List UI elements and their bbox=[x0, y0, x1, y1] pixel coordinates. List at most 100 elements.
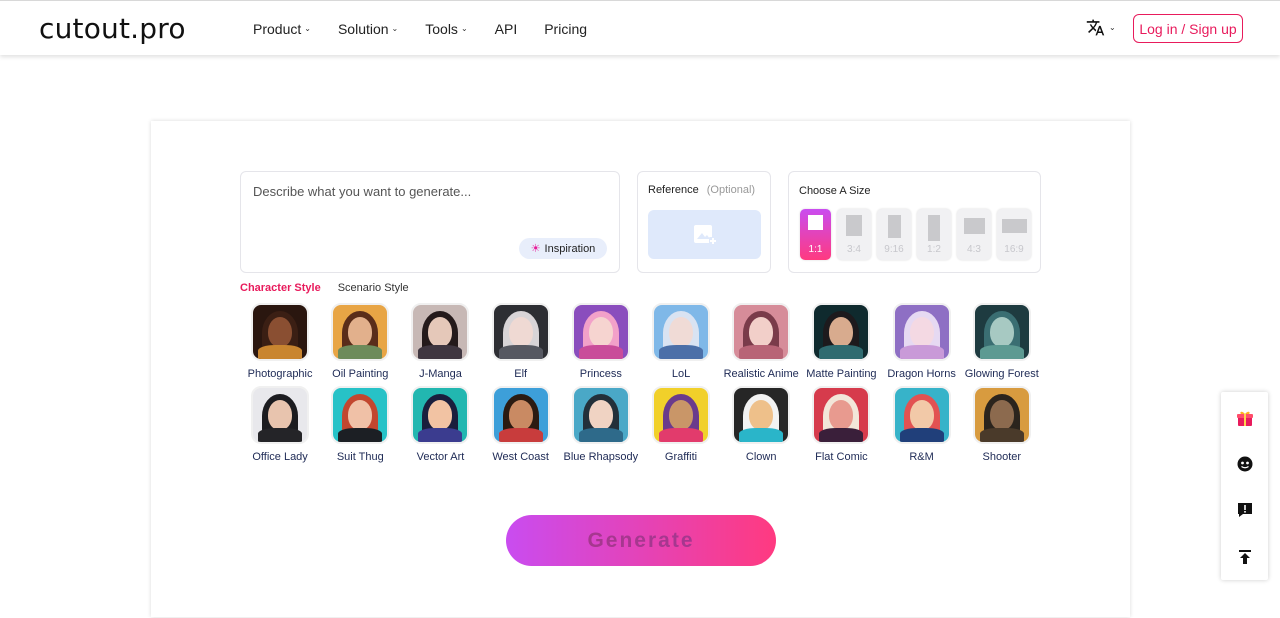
style-name: Clown bbox=[745, 451, 777, 463]
style-thumbnail bbox=[892, 303, 951, 361]
style-item-vector-art[interactable]: Vector Art bbox=[400, 386, 480, 463]
lightbulb-icon: ☀ bbox=[530, 243, 541, 255]
style-thumbnail bbox=[652, 386, 711, 444]
tab-scenario-style[interactable]: Scenario Style bbox=[338, 282, 409, 294]
site-logo[interactable]: cutout.pro bbox=[39, 12, 186, 45]
nav-solution[interactable]: Solution ⌄ bbox=[338, 21, 398, 37]
style-item-princess[interactable]: Princess bbox=[561, 303, 641, 380]
style-row-1: Photographic Oil Painting J-Manga Elf Prince… bbox=[240, 303, 1060, 380]
style-tabs: Character Style Scenario Style bbox=[240, 282, 409, 294]
style-name: Office Lady bbox=[252, 451, 308, 463]
chevron-down-icon: ⌄ bbox=[460, 24, 468, 33]
size-container: Choose A Size 1:1 3:4 9:16 1:2 4:3 16:9 bbox=[788, 171, 1041, 273]
style-thumbnail bbox=[652, 303, 711, 361]
translate-icon bbox=[1086, 19, 1105, 36]
style-item-blue-rhapsody[interactable]: Blue Rhapsody bbox=[561, 386, 641, 463]
size-option-1-1[interactable]: 1:1 bbox=[800, 209, 831, 260]
gift-icon[interactable] bbox=[1221, 394, 1268, 441]
size-option-label: 1:1 bbox=[808, 244, 823, 255]
inspiration-button[interactable]: ☀ Inspiration bbox=[519, 238, 607, 259]
size-title: Choose A Size bbox=[799, 185, 871, 197]
style-name: Elf bbox=[514, 368, 528, 380]
reference-container: Reference (Optional) bbox=[637, 171, 771, 273]
style-name: Princess bbox=[579, 368, 622, 380]
style-item-j-manga[interactable]: J-Manga bbox=[400, 303, 480, 380]
size-option-4-3[interactable]: 4:3 bbox=[957, 209, 991, 260]
main-nav: Product ⌄ Solution ⌄ Tools ⌄ API Pricing bbox=[253, 1, 614, 56]
reference-title: Reference (Optional) bbox=[648, 184, 755, 196]
add-image-icon bbox=[693, 224, 717, 245]
style-thumbnail bbox=[411, 303, 470, 361]
nav-label: Pricing bbox=[544, 20, 588, 37]
size-option-9-16[interactable]: 9:16 bbox=[877, 209, 911, 260]
style-thumbnail bbox=[732, 303, 791, 361]
login-signup-button[interactable]: Log in / Sign up bbox=[1133, 14, 1243, 43]
feedback-face-icon[interactable] bbox=[1221, 440, 1268, 487]
tab-character-style[interactable]: Character Style bbox=[240, 282, 321, 294]
ratio-shape-9-16 bbox=[887, 215, 901, 238]
chevron-down-icon: ⌄ bbox=[1109, 23, 1116, 32]
ratio-shape-1-1 bbox=[808, 215, 823, 230]
style-item-west-coast[interactable]: West Coast bbox=[481, 386, 561, 463]
style-name: J-Manga bbox=[419, 368, 462, 380]
size-option-label: 4:3 bbox=[967, 244, 981, 255]
style-item-dragon-horns[interactable]: Dragon Horns bbox=[882, 303, 962, 380]
style-name: Dragon Horns bbox=[887, 368, 956, 380]
style-item-office-lady[interactable]: Office Lady bbox=[240, 386, 320, 463]
style-item-photographic[interactable]: Photographic bbox=[240, 303, 320, 380]
style-name: Realistic Anime bbox=[723, 368, 799, 380]
size-option-3-4[interactable]: 3:4 bbox=[837, 209, 871, 260]
chevron-down-icon: ⌄ bbox=[391, 24, 399, 33]
style-item-elf[interactable]: Elf bbox=[481, 303, 561, 380]
style-name: West Coast bbox=[492, 451, 549, 463]
style-item-glowing-forest[interactable]: Glowing Forest bbox=[962, 303, 1042, 380]
nav-pricing[interactable]: Pricing bbox=[544, 21, 587, 37]
style-name: Suit Thug bbox=[336, 451, 384, 463]
ratio-shape-4-3 bbox=[963, 218, 985, 234]
style-item-clown[interactable]: Clown bbox=[721, 386, 801, 463]
inspiration-label: Inspiration bbox=[544, 242, 596, 255]
style-item-matte-painting[interactable]: Matte Painting bbox=[801, 303, 881, 380]
style-name: Shooter bbox=[982, 451, 1022, 463]
style-thumbnail bbox=[571, 303, 630, 361]
size-option-label: 1:2 bbox=[927, 244, 941, 255]
style-name: Glowing Forest bbox=[964, 368, 1039, 380]
style-item-graffiti[interactable]: Graffiti bbox=[641, 386, 721, 463]
size-options: 1:1 3:4 9:16 1:2 4:3 16:9 bbox=[800, 209, 1031, 260]
style-item-shooter[interactable]: Shooter bbox=[962, 386, 1042, 463]
style-thumbnail bbox=[972, 386, 1031, 444]
style-item-flat-comic[interactable]: Flat Comic bbox=[801, 386, 881, 463]
ratio-shape-3-4 bbox=[846, 215, 862, 236]
chevron-down-icon: ⌄ bbox=[304, 24, 311, 33]
style-name: LoL bbox=[671, 368, 691, 380]
size-option-label: 3:4 bbox=[847, 244, 861, 255]
size-option-16-9[interactable]: 16:9 bbox=[997, 209, 1031, 260]
style-name: Oil Painting bbox=[332, 368, 389, 380]
size-option-1-2[interactable]: 1:2 bbox=[917, 209, 951, 260]
reference-upload-area[interactable] bbox=[648, 210, 761, 259]
report-icon[interactable] bbox=[1221, 486, 1268, 533]
style-thumbnail bbox=[251, 386, 310, 444]
nav-api[interactable]: API bbox=[495, 21, 518, 37]
style-thumbnail bbox=[251, 303, 310, 361]
nav-label: Tools bbox=[425, 20, 458, 37]
style-name: Graffiti bbox=[664, 451, 698, 463]
nav-label: API bbox=[494, 20, 518, 37]
style-thumbnail bbox=[571, 386, 630, 444]
style-name: R&M bbox=[909, 451, 934, 463]
nav-product[interactable]: Product ⌄ bbox=[253, 21, 311, 37]
top-header: cutout.pro Product ⌄ Solution ⌄ Tools ⌄ API… bbox=[0, 0, 1280, 55]
language-selector[interactable]: ⌄ bbox=[1086, 18, 1116, 37]
back-to-top-icon[interactable] bbox=[1221, 533, 1268, 580]
style-item-suit-thug[interactable]: Suit Thug bbox=[320, 386, 400, 463]
generate-button[interactable]: Generate bbox=[506, 515, 776, 566]
reference-label: Reference bbox=[648, 184, 699, 196]
style-item-oil-painting[interactable]: Oil Painting bbox=[320, 303, 400, 380]
ratio-shape-16-9 bbox=[1001, 219, 1027, 233]
style-item-realistic-anime[interactable]: Realistic Anime bbox=[721, 303, 801, 380]
nav-tools[interactable]: Tools ⌄ bbox=[425, 21, 467, 37]
style-thumbnail bbox=[411, 386, 470, 444]
style-row-2: Office Lady Suit Thug Vector Art West Coast… bbox=[240, 386, 1060, 463]
style-item-r-m[interactable]: R&M bbox=[882, 386, 962, 463]
style-item-lol[interactable]: LoL bbox=[641, 303, 721, 380]
